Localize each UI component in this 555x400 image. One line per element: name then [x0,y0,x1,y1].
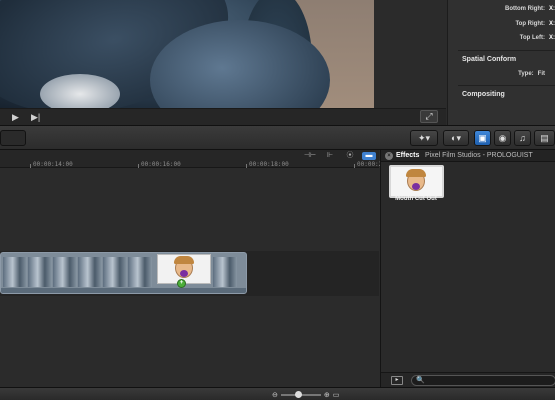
snapping-icon[interactable]: ⊩ [323,152,337,160]
ruler-tick [354,164,355,168]
effects-search-field[interactable]: 🔍 [411,375,555,386]
close-icon[interactable]: × [385,152,393,160]
compositing-heading[interactable]: Compositing [462,91,505,98]
music-note-icon: ♫ [519,133,526,143]
ruler-tick [30,164,31,168]
fullscreen-icon: ⤢ [425,111,433,121]
clip-thumbnail [53,257,77,287]
clip-thumbnail [78,257,102,287]
clip-thumbnail [3,257,27,287]
clip-height-icon[interactable]: ▭ [333,391,340,399]
effects-browser: × Effects Pixel Film Studios - PROLOGUIS… [380,150,555,387]
zoom-slider[interactable] [280,390,321,398]
character-mouth-icon [412,183,420,190]
timeline: 00:00:14:00 00:00:16:00 00:00:18:00 00:0… [0,150,383,387]
inspector-divider [458,85,555,86]
zoom-slider-knob[interactable] [294,390,302,398]
character-hair-icon [406,169,426,177]
inspector-label: Top Left: [519,35,545,41]
photos-browser-button[interactable]: ◉ [494,130,511,146]
character-hair-icon [174,256,194,264]
effects-browser-button[interactable]: ▣ [474,130,491,146]
inspector-label: Bottom Right: [505,6,545,12]
titles-icon: ▤ [540,133,549,143]
timeline-ruler[interactable]: 00:00:14:00 00:00:16:00 00:00:18:00 00:0… [0,150,383,168]
inspector-row-type: Type: Fit [518,71,555,77]
camera-icon: ◉ [498,133,507,143]
zoom-control: ⊖ ⊕ ▭ [272,390,367,399]
inspector-value[interactable]: X: [549,6,555,12]
effect-item-label: Mouth Cut Out [395,196,437,202]
retime-icon: ◐▾ [451,133,461,143]
timecode-label: 00:00:18:00 [249,161,289,168]
magic-wand-icon: ✦▾ [417,133,431,143]
effects-header: × Effects Pixel Film Studios - PROLOGUIS… [381,150,555,162]
inspector-label: Top Right: [515,21,545,27]
ruler-tick [246,164,247,168]
inspector-panel: Bottom Right: X: Top Right: X: Top Left:… [447,0,555,125]
play-button[interactable]: ▶ [12,112,19,122]
type-popup-edge [549,71,555,77]
inspector-row-top-right: Top Right: X: [515,21,555,27]
clip-audio-strip [1,288,246,293]
viewer-controls: ▶ ▶| [0,108,446,125]
type-label: Type: [518,71,534,77]
inspector-row-top-left: Top Left: X: [520,35,555,41]
status-bar: ⊖ ⊕ ▭ [0,387,555,400]
sidebar-toggle-icon[interactable]: ▸ [391,376,403,385]
inspector-value[interactable]: X: [549,35,555,41]
toolbar-left-button[interactable] [0,130,26,146]
clip-appearance-icon[interactable]: ⊣⊢ [303,152,317,160]
add-badge-icon: + [177,279,186,288]
fcp-window: ▶ ▶| ⤢ Bottom Right: X: Top Right: X: To… [0,0,555,400]
transition-tool-button[interactable]: ◐▾ [443,130,469,146]
zoom-in-icon[interactable]: ⊕ [324,391,330,399]
spatial-conform-heading[interactable]: Spatial Conform [462,56,516,63]
character-mouth-icon [180,270,188,277]
effects-category-path: Pixel Film Studios - PROLOGUIST [425,152,533,159]
clip-thumbnail [128,257,152,287]
inspector-value[interactable]: X: [549,21,555,27]
select-tool-button[interactable]: ✦▾ [410,130,438,146]
timecode-label: 00:00:16:00 [141,161,181,168]
next-frame-button[interactable]: ▶| [31,112,40,122]
effects-footer: ▸ 🔍 [381,372,555,387]
middle-toolbar: ✦▾ ◐▾ ▣ ◉ ♫ ▤ [0,125,555,150]
ruler-tick [138,164,139,168]
audio-skimming-icon[interactable]: ⦿ [343,152,357,160]
fullscreen-button[interactable]: ⤢ [420,110,438,123]
titles-browser-button[interactable]: ▤ [534,130,555,146]
inspector-divider [458,50,555,51]
viewer-image [0,0,374,108]
clip-thumbnail [103,257,127,287]
effect-item-mouth-cut-out[interactable] [389,165,444,198]
clip-thumbnail [28,257,52,287]
clip-thumbnail [213,257,237,287]
timecode-label: 00:00:2 [357,161,383,168]
viewer-subject-highlight [40,74,120,108]
timecode-label: 00:00:14:00 [33,161,73,168]
zoom-out-icon[interactable]: ⊖ [272,391,278,399]
inspector-row-bottom-right: Bottom Right: X: [505,6,555,12]
type-value[interactable]: Fit [538,71,545,77]
solo-icon[interactable]: ▬ [362,152,376,160]
effects-title: Effects [396,152,420,159]
music-browser-button[interactable]: ♫ [514,130,531,146]
effects-icon: ▣ [478,133,487,143]
